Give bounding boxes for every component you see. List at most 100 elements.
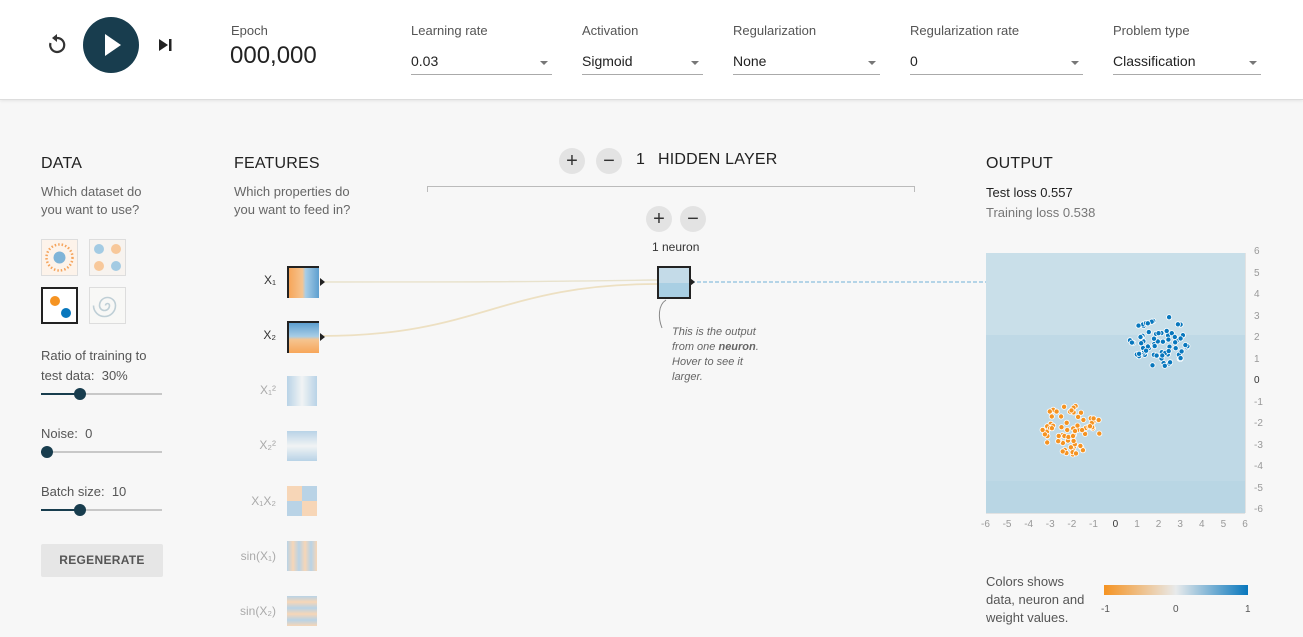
neuron-tooltip: This is the output from one neuron. Hove… [672, 326, 759, 383]
x-tick-label: 1 [1134, 519, 1140, 530]
color-legend-text: Colors shows data, neuron and weight val… [986, 574, 1085, 625]
add-layer-button[interactable]: + [559, 148, 585, 174]
feature-x2[interactable] [287, 321, 319, 353]
feature-x1-port [320, 278, 325, 286]
x-tick-label: 4 [1199, 519, 1205, 530]
feature-x1-squared[interactable] [287, 376, 319, 408]
data-point [1090, 415, 1097, 422]
neuron[interactable] [657, 266, 691, 299]
data-point [1136, 350, 1143, 357]
data-point [1166, 314, 1173, 321]
data-point [1061, 403, 1068, 410]
data-point [1073, 450, 1080, 457]
feature-label-sin-x2: sin(X₂) [240, 604, 276, 618]
data-point [1080, 416, 1087, 423]
data-point [1075, 413, 1082, 420]
data-point [1068, 407, 1075, 414]
feature-x1x2[interactable] [287, 486, 319, 518]
test-loss-value: 0.557 [1040, 185, 1073, 200]
feature-x2-port [320, 333, 325, 341]
feature-label-x1: X₁ [263, 273, 276, 287]
data-point [1177, 355, 1184, 362]
remove-neuron-button[interactable]: − [680, 206, 706, 232]
neuron-port [690, 278, 695, 286]
data-point [1135, 322, 1142, 329]
feature-label-x2-squared: X₂² [259, 438, 276, 452]
data-point [1174, 321, 1181, 328]
data-point [1063, 419, 1070, 426]
y-tick-label: 4 [1254, 289, 1260, 300]
data-point [1064, 426, 1071, 433]
data-point [1155, 330, 1162, 337]
neuron-count: 1 neuron [652, 240, 700, 254]
y-tick-label: 1 [1254, 353, 1260, 365]
data-point [1070, 437, 1077, 444]
feature-x1[interactable] [287, 266, 319, 298]
data-point [1171, 334, 1178, 341]
data-point [1095, 416, 1102, 423]
data-point [1070, 432, 1077, 439]
x-tick-label: 6 [1242, 519, 1248, 530]
data-point [1165, 336, 1172, 343]
data-point [1178, 348, 1185, 355]
y-tick-label: 0 [1254, 375, 1260, 386]
data-point [1151, 343, 1158, 350]
data-point [1046, 408, 1053, 415]
x-tick-label: -3 [1045, 519, 1055, 530]
feature-label-x1x2: X₁X₂ [251, 494, 276, 508]
x-tick-label: -6 [981, 519, 990, 530]
y-tick-label: -4 [1254, 461, 1263, 472]
x-tick-label: 0 [1112, 519, 1119, 530]
data-point [1153, 352, 1160, 359]
y-tick-label: -3 [1254, 439, 1263, 451]
x-tick-label: 2 [1155, 519, 1162, 530]
output-heading: OUTPUT [986, 155, 1053, 172]
data-point [1150, 335, 1157, 342]
legend-mid: 0 [1173, 604, 1179, 615]
data-point [1172, 345, 1179, 352]
x-tick-label: -1 [1089, 519, 1098, 530]
color-legend-bar [1104, 585, 1248, 595]
x-tick-label: -4 [1024, 519, 1034, 530]
data-point [1143, 347, 1150, 354]
feature-x2-squared[interactable] [287, 431, 319, 463]
y-tick-label: 2 [1254, 332, 1260, 343]
training-loss: Training loss 0.538 [986, 205, 1096, 220]
data-point [1182, 342, 1189, 349]
data-point [1048, 425, 1055, 432]
data-point [1067, 444, 1074, 451]
data-point [1058, 424, 1065, 431]
feature-sin-x2[interactable] [287, 596, 319, 628]
feature-label-x1-squared: X₁² [259, 383, 276, 397]
output-heatmap[interactable] [986, 253, 1245, 513]
data-point [1172, 339, 1179, 346]
feature-label-x2: X₂ [263, 328, 276, 342]
data-point [1149, 362, 1156, 369]
y-tick-label: 6 [1254, 246, 1260, 257]
data-point [1053, 408, 1060, 415]
data-point [1177, 335, 1184, 342]
scatter-points [986, 253, 1245, 513]
data-point [1039, 426, 1046, 433]
y-tick-label: -5 [1254, 482, 1263, 494]
feature-sin-x1[interactable] [287, 541, 319, 573]
data-point [1055, 438, 1062, 445]
test-loss: Test loss 0.557 [986, 185, 1073, 200]
x-tick-label: 3 [1177, 519, 1183, 530]
link-x1-neuron[interactable] [320, 279, 658, 283]
y-axis [1245, 253, 1275, 515]
link-x2-neuron[interactable] [320, 283, 658, 337]
data-point [1159, 338, 1166, 345]
data-point [1055, 432, 1062, 439]
data-point [1163, 327, 1170, 334]
hidden-layer-label: HIDDEN LAYER [658, 151, 778, 168]
feature-label-sin-x1: sin(X₁) [240, 549, 276, 563]
add-neuron-button[interactable]: + [646, 206, 672, 232]
remove-layer-button[interactable]: − [596, 148, 622, 174]
data-point [1096, 430, 1103, 437]
data-point [1165, 348, 1172, 355]
data-point [1167, 359, 1174, 366]
x-tick-label: -5 [1002, 519, 1012, 530]
training-loss-value: 0.538 [1062, 205, 1096, 220]
data-point [1044, 439, 1051, 446]
